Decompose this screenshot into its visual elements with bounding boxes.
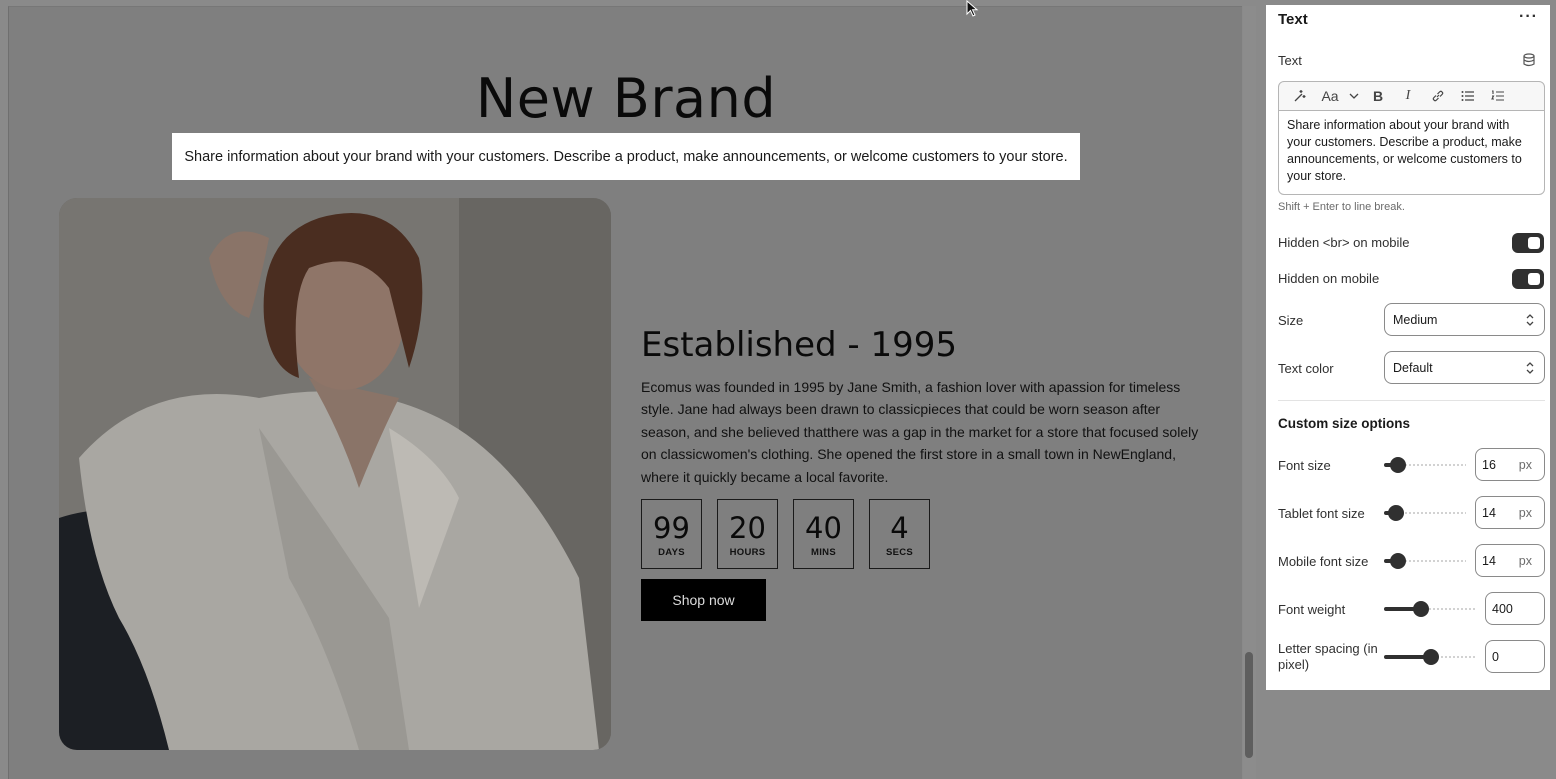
px-unit: px <box>1518 505 1532 520</box>
size-select-value: Medium <box>1393 312 1438 327</box>
tablet-font-size-value: 14 <box>1482 505 1496 520</box>
px-unit: px <box>1518 457 1532 472</box>
link-icon[interactable] <box>1423 83 1453 109</box>
established-title[interactable]: Established - 1995 <box>641 325 957 365</box>
established-body[interactable]: Ecomus was founded in 1995 by Jane Smith… <box>641 376 1203 488</box>
text-editor[interactable]: Share information about your brand with … <box>1278 110 1545 195</box>
font-size-input[interactable]: 16 px <box>1475 448 1545 481</box>
countdown-days-value: 99 <box>653 510 690 545</box>
brand-title[interactable]: New Brand <box>9 67 1242 130</box>
custom-size-title: Custom size options <box>1278 416 1411 431</box>
font-weight-label: Font weight <box>1278 602 1346 617</box>
tablet-font-size-slider[interactable] <box>1384 505 1466 521</box>
slider-thumb[interactable] <box>1390 553 1406 569</box>
rich-text-toolbar: Aa B I <box>1278 81 1545 111</box>
mouse-cursor-icon <box>966 0 979 17</box>
countdown-hours-unit: HOURS <box>729 546 766 558</box>
tablet-font-size-input[interactable]: 14 px <box>1475 496 1545 529</box>
countdown-secs: 4 SECS <box>869 499 930 569</box>
slider-thumb[interactable] <box>1390 457 1406 473</box>
font-size-slider[interactable] <box>1384 457 1466 473</box>
countdown-hours: 20 HOURS <box>717 499 778 569</box>
select-chevron-icon <box>1526 314 1534 326</box>
hidden-br-label: Hidden <br> on mobile <box>1278 235 1410 250</box>
slider-thumb[interactable] <box>1388 505 1404 521</box>
countdown-days: 99 DAYS <box>641 499 702 569</box>
text-color-label: Text color <box>1278 361 1334 376</box>
countdown-secs-unit: SECS <box>885 546 914 558</box>
shop-now-button[interactable]: Shop now <box>641 579 766 621</box>
magic-icon[interactable] <box>1285 83 1315 109</box>
preview-scrollbar-thumb[interactable] <box>1245 652 1253 758</box>
more-options-icon[interactable]: ··· <box>1519 8 1538 26</box>
bold-icon[interactable]: B <box>1363 83 1393 109</box>
font-weight-input[interactable]: 400 <box>1485 592 1545 625</box>
letter-spacing-input[interactable]: 0 <box>1485 640 1545 673</box>
font-size-value: 16 <box>1482 457 1496 472</box>
bullet-list-icon[interactable] <box>1453 83 1483 109</box>
countdown-hours-value: 20 <box>729 510 766 545</box>
dynamic-source-icon[interactable] <box>1522 53 1536 67</box>
px-unit: px <box>1518 553 1532 568</box>
size-select[interactable]: Medium <box>1384 303 1545 336</box>
text-color-select[interactable]: Default <box>1384 351 1545 384</box>
chevron-down-icon[interactable] <box>1345 83 1363 109</box>
countdown-days-unit: DAYS <box>658 546 685 558</box>
section-divider <box>1278 400 1545 401</box>
letter-spacing-label: Letter spacing (in pixel) <box>1278 641 1378 672</box>
font-size-icon[interactable]: Aa <box>1315 83 1345 109</box>
tablet-font-size-label: Tablet font size <box>1278 506 1365 521</box>
panel-gutter <box>1256 0 1266 779</box>
hidden-br-toggle[interactable] <box>1512 233 1544 253</box>
settings-panel: Text ··· Text Aa B I Share information a… <box>1266 5 1550 690</box>
selected-text-block[interactable]: Share information about your brand with … <box>172 133 1080 180</box>
countdown-secs-value: 4 <box>890 510 909 545</box>
countdown-timer: 99 DAYS 20 HOURS 40 MINS 4 SECS <box>641 499 930 569</box>
font-weight-slider[interactable] <box>1384 601 1476 617</box>
countdown-mins-unit: MINS <box>811 546 836 558</box>
countdown-mins: 40 MINS <box>793 499 854 569</box>
mobile-font-size-value: 14 <box>1482 553 1496 568</box>
mobile-font-size-input[interactable]: 14 px <box>1475 544 1545 577</box>
italic-icon[interactable]: I <box>1393 83 1423 109</box>
numbered-list-icon[interactable] <box>1483 83 1513 109</box>
select-chevron-icon <box>1526 362 1534 374</box>
mobile-font-size-slider[interactable] <box>1384 553 1466 569</box>
font-size-label: Font size <box>1278 458 1331 473</box>
letter-spacing-slider[interactable] <box>1384 649 1476 665</box>
hidden-mobile-toggle[interactable] <box>1512 269 1544 289</box>
panel-title: Text <box>1278 11 1308 28</box>
text-color-select-value: Default <box>1393 360 1433 375</box>
preview-canvas: New Brand Share information about your b… <box>8 6 1242 779</box>
hidden-mobile-label: Hidden on mobile <box>1278 271 1380 286</box>
slider-thumb[interactable] <box>1423 649 1439 665</box>
slider-thumb[interactable] <box>1413 601 1429 617</box>
model-photo <box>59 198 611 750</box>
size-label: Size <box>1278 313 1304 328</box>
font-weight-value: 400 <box>1492 601 1513 616</box>
mobile-font-size-label: Mobile font size <box>1278 554 1369 569</box>
text-field-label: Text <box>1278 53 1302 68</box>
letter-spacing-value: 0 <box>1492 649 1499 664</box>
panel-backdrop <box>1266 690 1550 779</box>
countdown-mins-value: 40 <box>805 510 842 545</box>
line-break-hint: Shift + Enter to line break. <box>1278 201 1405 213</box>
